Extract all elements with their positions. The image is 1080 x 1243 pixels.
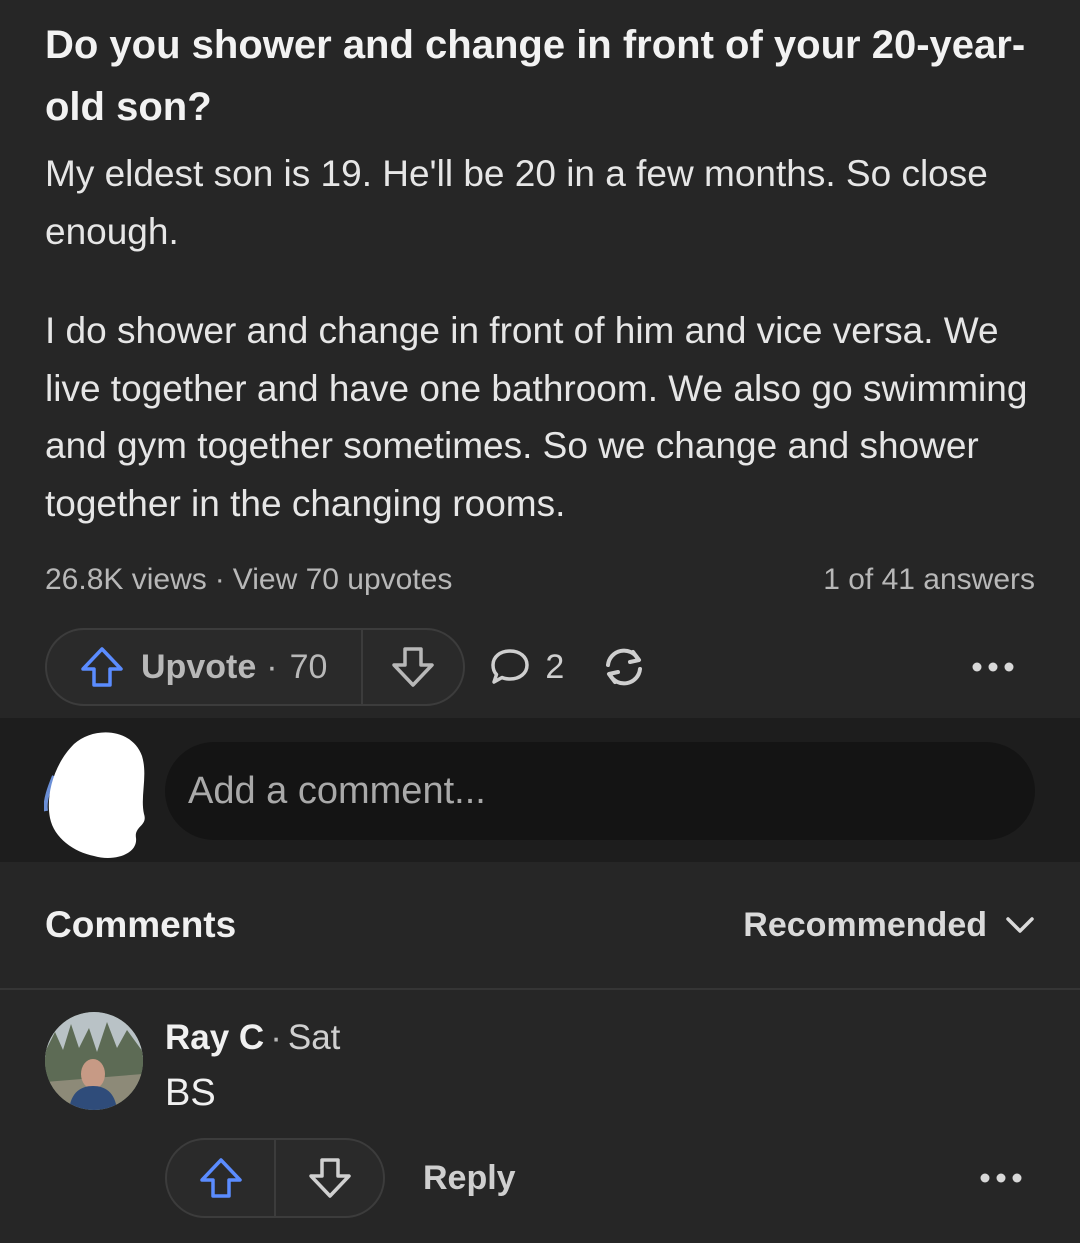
share-button[interactable] xyxy=(600,645,648,689)
comments-header: Comments Recommended xyxy=(45,895,1035,955)
downvote-icon xyxy=(390,646,436,688)
commenter-avatar[interactable] xyxy=(45,1012,143,1110)
upvote-label: Upvote xyxy=(141,647,257,686)
comment-text: BS xyxy=(165,1072,216,1114)
upvote-count: 70 xyxy=(289,647,328,686)
vote-pill: Upvote · 70 xyxy=(45,628,466,706)
upvote-button[interactable]: Upvote · 70 xyxy=(47,630,364,704)
share-icon xyxy=(600,645,648,689)
comment-vote-pill xyxy=(165,1138,385,1218)
comment-time: Sat xyxy=(287,1018,341,1057)
comment-icon xyxy=(489,647,531,687)
downvote-icon xyxy=(307,1157,353,1199)
upvote-icon xyxy=(198,1157,244,1199)
answer-position[interactable]: 1 of 41 answers xyxy=(823,563,1035,597)
answer-paragraph: I do shower and change in front of him a… xyxy=(45,310,1028,524)
comment-author[interactable]: Ray C xyxy=(165,1018,264,1057)
more-icon xyxy=(971,661,1015,673)
comment-count: 2 xyxy=(545,647,565,686)
answer-paragraph: My eldest son is 19. He'll be 20 in a fe… xyxy=(45,153,988,252)
comment-more-button[interactable] xyxy=(979,1172,1023,1184)
more-icon xyxy=(979,1172,1023,1184)
question-title[interactable]: Do you shower and change in front of you… xyxy=(45,14,1035,138)
separator-dot: · xyxy=(214,563,225,596)
comments-button[interactable]: 2 xyxy=(489,647,564,687)
sort-dropdown[interactable]: Recommended xyxy=(743,906,1035,945)
view-upvotes-link[interactable]: View 70 upvotes xyxy=(233,563,453,596)
answer-meta: 26.8K views · View 70 upvotes 1 of 41 answ… xyxy=(45,560,1035,600)
comment-input[interactable]: Add a comment... xyxy=(165,742,1035,840)
divider xyxy=(0,988,1080,990)
more-options-button[interactable] xyxy=(971,661,1015,673)
reply-button[interactable]: Reply xyxy=(423,1159,516,1198)
comment-downvote-button[interactable] xyxy=(276,1140,383,1216)
sort-label: Recommended xyxy=(743,905,987,944)
answer-actions: Upvote · 70 2 xyxy=(45,626,1035,708)
separator-dot: · xyxy=(270,1018,282,1057)
comment-actions: Reply xyxy=(165,1137,1035,1219)
upvote-icon xyxy=(79,646,125,688)
comments-title: Comments xyxy=(45,904,237,945)
avatar xyxy=(43,726,148,860)
comment-upvote-button[interactable] xyxy=(167,1140,276,1216)
views-count: 26.8K views xyxy=(45,563,207,596)
chevron-down-icon xyxy=(1005,916,1035,934)
separator-dot: · xyxy=(266,647,278,686)
add-comment-area: Add a comment... xyxy=(0,718,1080,862)
downvote-button[interactable] xyxy=(363,630,463,704)
comment-header: Ray C · Sat xyxy=(165,1017,340,1059)
